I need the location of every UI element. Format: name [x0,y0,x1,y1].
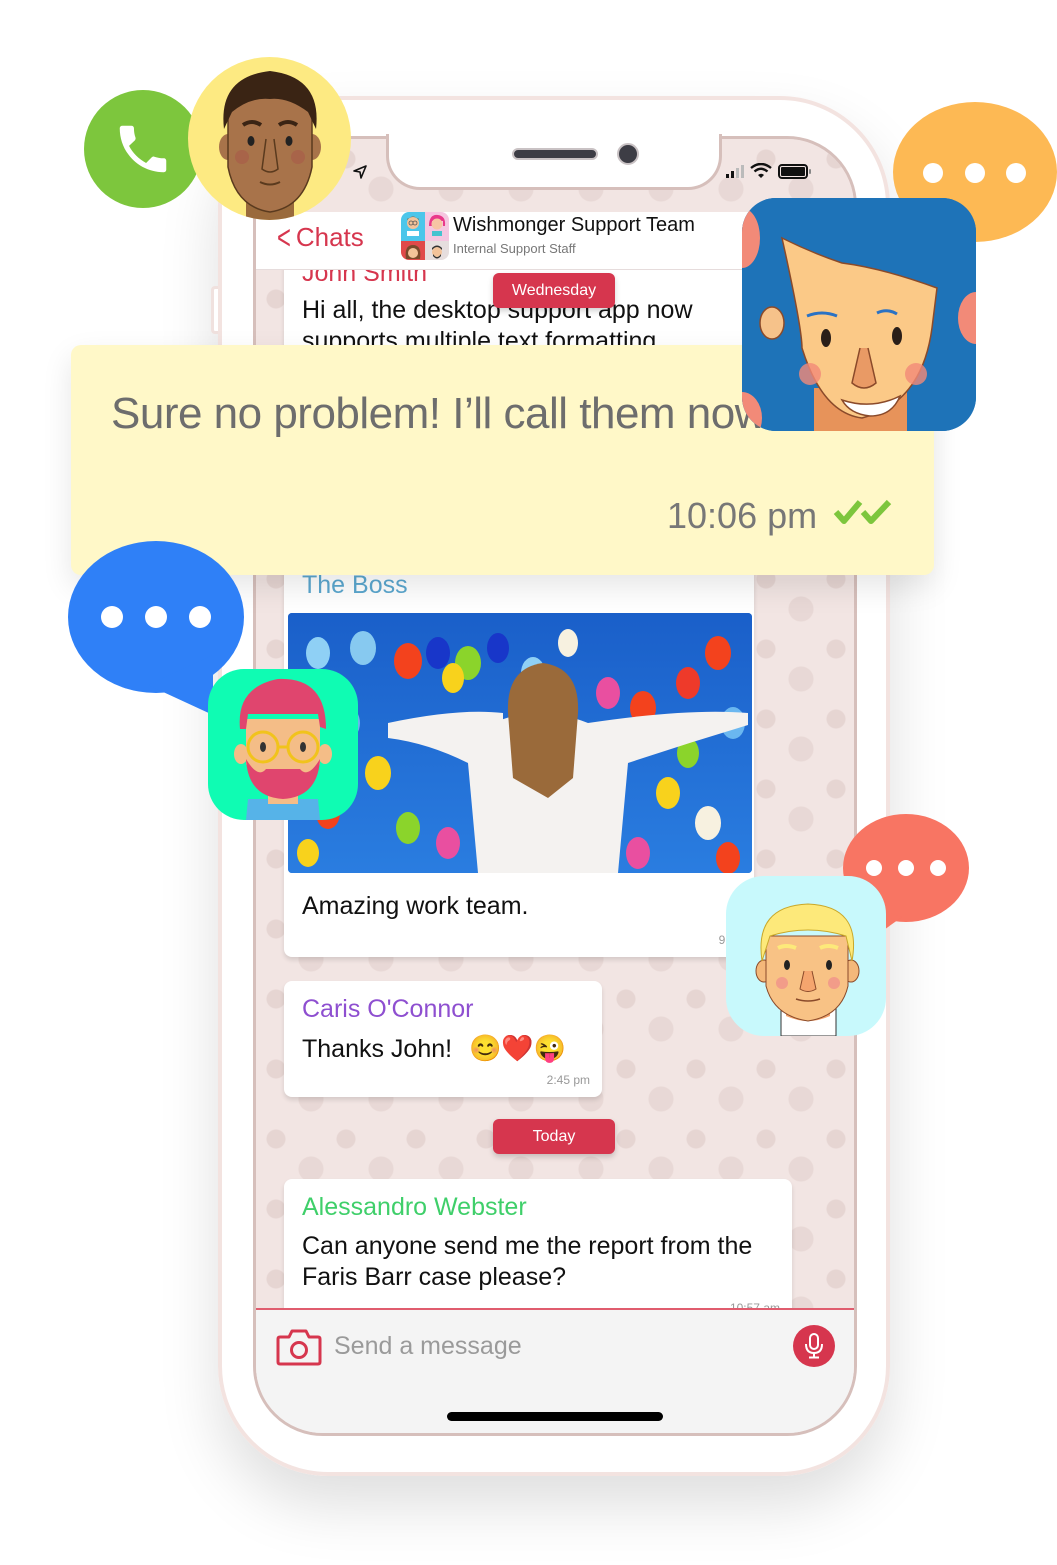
message-sender: Alessandro Webster [302,1193,527,1221]
status-icons [726,163,811,179]
emoji-group: 😊❤️😜 [469,1033,567,1063]
microphone-icon [805,1333,823,1359]
microphone-button[interactable] [793,1325,835,1367]
message-bubble-caris-oconnor: Caris O'Connor Thanks John! 😊❤️😜 2:45 pm [284,981,602,1097]
double-check-icon [833,497,895,532]
message-bubble-alessandro-webster: Alessandro Webster Can anyone send me th… [284,1179,792,1319]
phone-speaker [512,148,598,160]
signal-icon [726,164,744,178]
message-text-line-2: Faris Barr case please? [302,1263,567,1291]
back-label: Chats [295,222,364,252]
avatar-woman-blue-hair[interactable] [742,198,976,431]
avatar-tile-2 [425,212,449,241]
avatar-tile-1 [401,212,425,241]
floating-message-time: 10:06 pm [667,495,818,536]
camera-button[interactable] [276,1328,322,1366]
message-composer [256,1308,854,1433]
avatar-man-blonde[interactable] [726,876,886,1036]
location-arrow-icon [352,164,368,185]
phone-front-camera [617,143,639,165]
avatar-man-pink-beard[interactable] [208,669,358,820]
message-text-row: Thanks John! 😊❤️😜 [302,1033,566,1065]
phone-notch [386,134,722,190]
wifi-icon [750,163,772,178]
floating-message-text: Sure no problem! I’ll call them now. [111,389,776,438]
phone-call-icon [119,125,167,173]
day-separator-wednesday: Wednesday [493,273,615,308]
message-sender: Caris O'Connor [302,995,474,1023]
message-input[interactable] [334,1328,774,1364]
chevron-left-icon: < [276,218,291,257]
message-time: 2:45 pm [546,1073,590,1087]
camera-icon [276,1329,322,1366]
back-button[interactable]: < Chats [274,218,364,257]
battery-fill [781,166,805,176]
message-text: Amazing work team. [302,892,529,920]
avatar-man-dark-hair[interactable] [188,57,351,220]
chat-subtitle: Internal Support Staff [453,241,576,256]
battery-icon [778,163,811,179]
call-button[interactable] [84,90,202,208]
message-text-line-1: Can anyone send me the report from the [302,1232,753,1260]
avatar-tile-3 [401,241,425,260]
chat-title: Wishmonger Support Team [453,214,695,236]
group-avatar[interactable] [401,212,449,260]
message-sender: The Boss [302,571,408,599]
avatar-tile-4 [425,241,449,260]
home-indicator [447,1412,663,1421]
message-text: Thanks John! [302,1035,453,1063]
day-separator-today: Today [493,1119,615,1154]
